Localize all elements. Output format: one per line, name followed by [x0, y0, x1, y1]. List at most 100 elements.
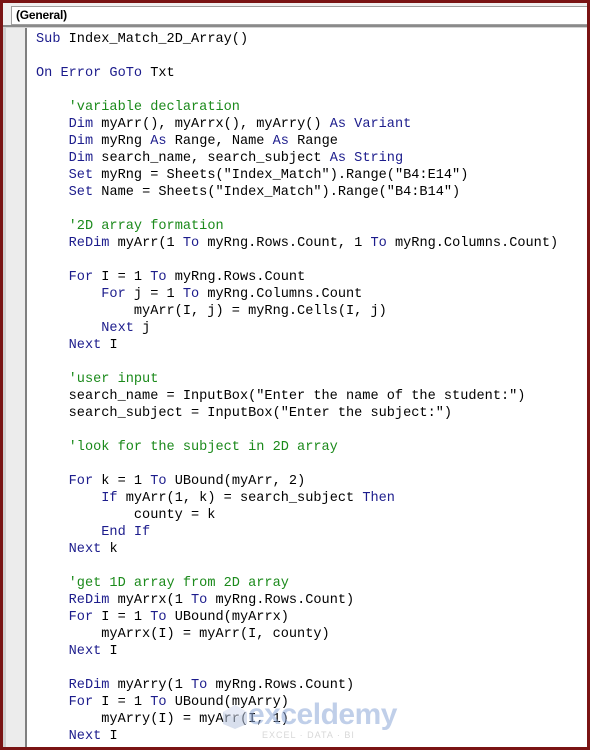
code-keyword: As	[150, 134, 167, 149]
code-keyword: To	[182, 287, 200, 302]
gutter-edge	[3, 28, 6, 747]
code-keyword: To	[182, 236, 200, 251]
code-text: Name = Sheets("Index_Match").Range("B4:B…	[93, 185, 461, 200]
code-line[interactable]: 'variable declaration	[36, 99, 587, 116]
code-line[interactable]	[36, 252, 587, 269]
vba-code-window: (General) Sub Index_Match_2D_Array() On E…	[3, 3, 587, 747]
code-line[interactable]: Sub Index_Match_2D_Array()	[36, 31, 587, 48]
code-keyword: Dim	[68, 134, 94, 149]
code-line[interactable]: search_subject = InputBox("Enter the sub…	[36, 405, 587, 422]
code-line[interactable]: county = k	[36, 507, 587, 524]
code-line[interactable]: Next I	[36, 643, 587, 660]
code-line[interactable]	[36, 422, 587, 439]
code-text: k	[101, 542, 118, 557]
code-keyword: Sub	[36, 32, 61, 47]
code-line[interactable]: ReDim myArry(1 To myRng.Rows.Count)	[36, 677, 587, 694]
code-line[interactable]: ReDim myArrx(1 To myRng.Rows.Count)	[36, 592, 587, 609]
code-line[interactable]	[36, 201, 587, 218]
code-comment: 'variable declaration	[68, 100, 240, 115]
code-line[interactable]: Next k	[36, 541, 587, 558]
code-line[interactable]: End If	[36, 524, 587, 541]
code-keyword: For	[68, 695, 94, 710]
code-text: search_subject = InputBox("Enter the sub…	[36, 406, 453, 421]
code-text: Index_Match_2D_Array()	[60, 32, 249, 47]
code-line[interactable]: On Error GoTo Txt	[36, 65, 587, 82]
code-line[interactable]: myArr(I, j) = myRng.Cells(I, j)	[36, 303, 587, 320]
code-text: j = 1	[125, 287, 183, 302]
code-text: UBound(myArr, 2)	[166, 474, 306, 489]
code-line[interactable]: myArry(I) = myArr(I, 1)	[36, 711, 587, 728]
code-editor[interactable]: Sub Index_Match_2D_Array() On Error GoTo …	[3, 28, 587, 747]
code-keyword: For	[68, 610, 94, 625]
code-line[interactable]: For k = 1 To UBound(myArr, 2)	[36, 473, 587, 490]
code-line[interactable]: Next I	[36, 728, 587, 745]
code-line[interactable]: search_name = InputBox("Enter the name o…	[36, 388, 587, 405]
code-keyword: On Error GoTo	[36, 66, 143, 81]
code-text: search_name, search_subject	[93, 151, 330, 166]
code-text: I = 1	[93, 610, 151, 625]
code-line[interactable]: Dim myRng As Range, Name As Range	[36, 133, 587, 150]
code-line[interactable]	[36, 48, 587, 65]
object-dropdown[interactable]: (General)	[11, 6, 587, 25]
code-text: I	[101, 729, 118, 744]
code-keyword: For	[101, 287, 126, 302]
code-line[interactable]: 'get 1D array from 2D array	[36, 575, 587, 592]
code-line[interactable]: For I = 1 To myRng.Rows.Count	[36, 269, 587, 286]
code-text: myRng.Columns.Count)	[386, 236, 559, 251]
code-line[interactable]: Set myRng = Sheets("Index_Match").Range(…	[36, 167, 587, 184]
code-keyword: If	[101, 491, 118, 506]
code-text: myArr(I, j) = myRng.Cells(I, j)	[36, 304, 387, 319]
code-text: myArr(1, k) = search_subject	[117, 491, 363, 506]
code-text: Txt	[142, 66, 175, 81]
code-text: Range, Name	[166, 134, 273, 149]
code-line[interactable]: 'user input	[36, 371, 587, 388]
code-line[interactable]: 'look for the subject in 2D array	[36, 439, 587, 456]
code-text: myArr(1	[109, 236, 183, 251]
code-text: county = k	[36, 508, 216, 523]
code-text: UBound(myArrx)	[166, 610, 289, 625]
code-keyword: For	[68, 474, 94, 489]
code-line[interactable]: ReDim myArr(1 To myRng.Rows.Count, 1 To …	[36, 235, 587, 252]
code-text: myRng.Columns.Count	[199, 287, 363, 302]
code-text-area[interactable]: Sub Index_Match_2D_Array() On Error GoTo …	[36, 31, 587, 745]
code-keyword: ReDim	[68, 678, 110, 693]
code-text: I	[101, 644, 118, 659]
code-keyword: End If	[101, 525, 151, 540]
code-line[interactable]	[36, 354, 587, 371]
procedure-bar: (General)	[3, 3, 587, 25]
code-line[interactable]: If myArr(1, k) = search_subject Then	[36, 490, 587, 507]
code-line[interactable]: Next I	[36, 337, 587, 354]
code-line[interactable]: myArrx(I) = myArr(I, county)	[36, 626, 587, 643]
code-line[interactable]: For I = 1 To UBound(myArry)	[36, 694, 587, 711]
code-comment: 'look for the subject in 2D array	[68, 440, 338, 455]
code-line[interactable]	[36, 456, 587, 473]
code-line[interactable]	[36, 558, 587, 575]
code-line[interactable]: '2D array formation	[36, 218, 587, 235]
code-line[interactable]	[36, 82, 587, 99]
code-line[interactable]: Set Name = Sheets("Index_Match").Range("…	[36, 184, 587, 201]
code-line[interactable]	[36, 660, 587, 677]
margin-indicator-bar[interactable]	[3, 28, 27, 747]
code-line[interactable]: Dim myArr(), myArrx(), myArry() As Varia…	[36, 116, 587, 133]
code-line[interactable]: For I = 1 To UBound(myArrx)	[36, 609, 587, 626]
code-keyword: For	[68, 270, 94, 285]
code-keyword: Dim	[68, 151, 94, 166]
code-text: myArrx(I) = myArr(I, county)	[36, 627, 330, 642]
code-keyword: Then	[362, 491, 395, 506]
code-line[interactable]: Next j	[36, 320, 587, 337]
code-line[interactable]: For j = 1 To myRng.Columns.Count	[36, 286, 587, 303]
code-keyword: To	[150, 474, 167, 489]
code-line[interactable]: Dim search_name, search_subject As Strin…	[36, 150, 587, 167]
code-text: myRng = Sheets("Index_Match").Range("B4:…	[93, 168, 469, 183]
